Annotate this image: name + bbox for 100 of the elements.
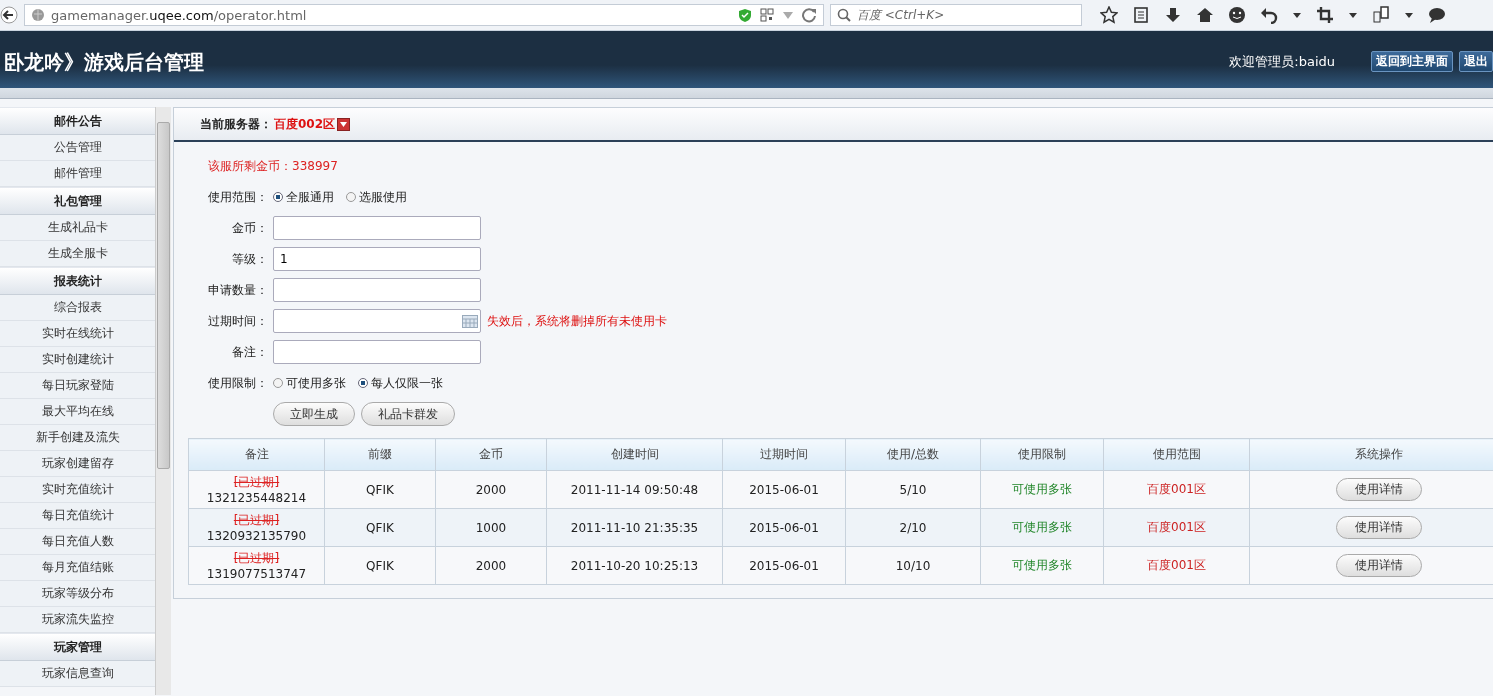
column-header: 使用限制 xyxy=(980,438,1104,471)
column-header: 过期时间 xyxy=(722,438,846,471)
table-cell: QFIK xyxy=(324,470,436,509)
smiley-icon[interactable] xyxy=(1228,6,1246,24)
table-cell: 10/10 xyxy=(845,546,981,585)
field-label: 使用范围： xyxy=(207,188,269,206)
sidebar-item[interactable]: 实时充值统计 xyxy=(0,477,155,503)
column-header: 创建时间 xyxy=(546,438,723,471)
field-label: 等级： xyxy=(231,250,269,268)
sidebar-group-header[interactable]: 礼包管理 xyxy=(0,187,155,215)
search-field[interactable]: 百度 <Ctrl+K> xyxy=(830,4,1082,26)
note-id: 1319077513747 xyxy=(206,566,307,581)
sidebar-item[interactable]: 玩家流失监控 xyxy=(0,607,155,633)
radio-option[interactable]: 全服通用 xyxy=(273,188,334,206)
sidebar-item[interactable]: 实时在线统计 xyxy=(0,321,155,347)
table-cell: 可使用多张 xyxy=(980,508,1104,547)
form-button[interactable]: 立即生成 xyxy=(273,402,355,426)
reload-icon[interactable] xyxy=(802,7,817,23)
sidebar-item[interactable]: 玩家创建留存 xyxy=(0,451,155,477)
address-bar[interactable]: gamemanager.uqee.com/operator.html xyxy=(24,4,824,26)
table-cell: 可使用多张 xyxy=(980,546,1104,585)
details-button[interactable]: 使用详情 xyxy=(1335,554,1422,577)
back-icon[interactable] xyxy=(0,6,18,24)
details-button[interactable]: 使用详情 xyxy=(1335,478,1422,501)
server-name: 百度002区 xyxy=(274,115,336,133)
sidebar-item[interactable]: 最大平均在线 xyxy=(0,399,155,425)
field-label: 过期时间： xyxy=(207,312,269,330)
sidebar-group-header[interactable]: 邮件公告 xyxy=(0,107,155,135)
expired-tag: [已过期] xyxy=(233,512,280,527)
column-header: 前缀 xyxy=(324,438,436,471)
radio-option[interactable]: 每人仅限一张 xyxy=(358,374,443,392)
server-label: 当前服务器： xyxy=(200,115,272,133)
search-placeholder: 百度 <Ctrl+K> xyxy=(857,6,945,24)
table-cell: 百度001区 xyxy=(1103,470,1250,509)
column-header: 使用范围 xyxy=(1103,438,1250,471)
input-field[interactable] xyxy=(273,340,481,364)
home-icon[interactable] xyxy=(1196,6,1214,24)
table-cell: 2000 xyxy=(435,546,547,585)
scrollbar[interactable] xyxy=(155,107,171,695)
expired-tag: [已过期] xyxy=(233,474,280,489)
table-cell: 2000 xyxy=(435,470,547,509)
sidebar-item[interactable]: 公告管理 xyxy=(0,135,155,161)
chat-bubble-icon[interactable] xyxy=(1428,6,1446,24)
shield-icon[interactable] xyxy=(738,7,752,23)
table-cell: 2015-06-01 xyxy=(722,508,846,547)
sidebar-group-header[interactable]: 玩家管理 xyxy=(0,633,155,661)
input-field[interactable] xyxy=(273,278,481,302)
crop-icon[interactable] xyxy=(1316,6,1334,24)
date-field[interactable] xyxy=(273,309,481,333)
field-label: 申请数量： xyxy=(207,281,269,299)
form-button[interactable]: 礼品卡群发 xyxy=(361,402,455,426)
table-cell: QFIK xyxy=(324,546,436,585)
star-icon[interactable] xyxy=(1100,6,1118,24)
sidebar-item[interactable]: 每日玩家登陆 xyxy=(0,373,155,399)
url-text: gamemanager.uqee.com/operator.html xyxy=(51,7,308,23)
table-cell: 2011-11-14 09:50:48 xyxy=(546,470,723,509)
undo-icon[interactable] xyxy=(1260,6,1278,24)
table-cell: 百度001区 xyxy=(1103,508,1250,547)
table-cell: QFIK xyxy=(324,508,436,547)
expired-tag: [已过期] xyxy=(233,550,280,565)
sidebar-item[interactable]: 玩家信息查询 xyxy=(0,661,155,687)
sidebar-item[interactable]: 每月充值结账 xyxy=(0,555,155,581)
sidebar-item[interactable]: 每日充值统计 xyxy=(0,503,155,529)
column-header: 金币 xyxy=(435,438,547,471)
sidebar-item[interactable]: 邮件管理 xyxy=(0,161,155,187)
input-field[interactable]: 1 xyxy=(273,247,481,271)
field-label: 使用限制： xyxy=(207,374,269,392)
sidebar-item[interactable]: 每日充值人数 xyxy=(0,529,155,555)
radio-option[interactable]: 选服使用 xyxy=(346,188,407,206)
sidebar-item[interactable]: 实时创建统计 xyxy=(0,347,155,373)
remaining-coins-text: 该服所剩金币：338997 xyxy=(208,158,338,175)
sidebar-group-header[interactable]: 报表统计 xyxy=(0,267,155,295)
phone-icon[interactable] xyxy=(1372,6,1390,24)
sidebar-item[interactable]: 生成全服卡 xyxy=(0,241,155,267)
search-icon xyxy=(837,8,851,22)
details-button[interactable]: 使用详情 xyxy=(1335,516,1422,539)
input-field[interactable] xyxy=(273,216,481,240)
table-cell: 2015-06-01 xyxy=(722,470,846,509)
sidebar-item[interactable]: 综合报表 xyxy=(0,295,155,321)
header-button[interactable]: 退出 xyxy=(1459,51,1493,72)
column-header: 系统操作 xyxy=(1249,438,1493,471)
table-cell: 5/10 xyxy=(845,470,981,509)
note-id: 1321235448214 xyxy=(206,490,307,505)
header-button[interactable]: 返回到主界面 xyxy=(1371,51,1453,72)
download-icon[interactable] xyxy=(1164,6,1182,24)
radio-option[interactable]: 可使用多张 xyxy=(273,374,346,392)
table-cell: 2011-10-20 10:25:13 xyxy=(546,546,723,585)
table-cell: 2011-11-10 21:35:35 xyxy=(546,508,723,547)
dropdown-icon[interactable] xyxy=(337,117,351,131)
sidebar-item[interactable]: 新手创建及流失 xyxy=(0,425,155,451)
qr-code-icon[interactable] xyxy=(760,8,774,22)
app-title: 卧龙吟》游戏后台管理 xyxy=(3,49,204,76)
sidebar-item[interactable]: 玩家等级分布 xyxy=(0,581,155,607)
globe-icon xyxy=(31,8,45,22)
list-icon[interactable] xyxy=(1132,6,1150,24)
column-header: 备注 xyxy=(188,438,325,471)
note-id: 1320932135790 xyxy=(206,528,307,543)
hint-text: 失效后，系统将删掉所有未使用卡 xyxy=(487,312,667,330)
sidebar-item[interactable]: 生成礼品卡 xyxy=(0,215,155,241)
table-cell: 可使用多张 xyxy=(980,470,1104,509)
